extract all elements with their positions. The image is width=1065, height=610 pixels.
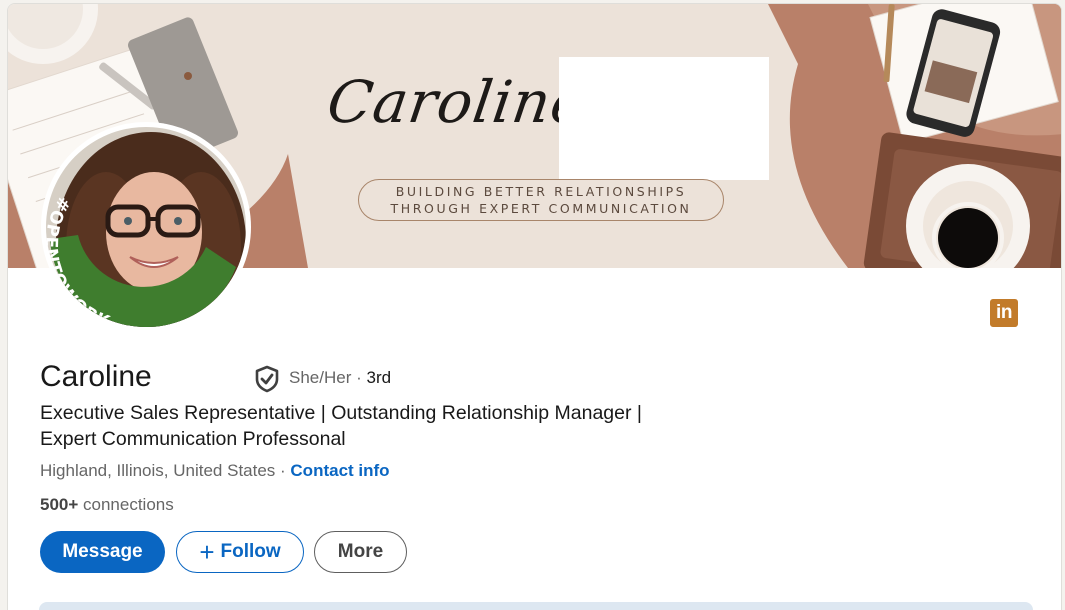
contact-info-link[interactable]: Contact info xyxy=(290,461,389,480)
redaction-box xyxy=(559,57,769,180)
connections-number: 500+ xyxy=(40,495,79,514)
open-to-work-panel[interactable] xyxy=(39,602,1033,610)
pronouns: She/Her xyxy=(289,368,352,387)
profile-photo-image: #OPENTOWORK xyxy=(46,127,246,327)
banner-tagline-line2: THROUGH EXPERT COMMUNICATION xyxy=(390,201,692,216)
location-separator: · xyxy=(275,461,291,480)
linkedin-logo-icon[interactable]: in xyxy=(990,299,1018,327)
profile-name: Caroline xyxy=(40,360,152,393)
follow-label: Follow xyxy=(220,541,281,562)
location-text: Highland, Illinois, United States xyxy=(40,461,276,480)
banner-tagline-line1: BUILDING BETTER RELATIONSHIPS xyxy=(395,184,687,199)
profile-location: Highland, Illinois, United States · Cont… xyxy=(40,461,390,481)
headline-line1: Executive Sales Representative | Outstan… xyxy=(40,402,642,424)
profile-card: Caroline BUILDING BETTER RELATIONSHIPS T… xyxy=(7,3,1062,610)
message-button[interactable]: Message xyxy=(40,531,165,573)
follow-button[interactable]: + Follow xyxy=(176,531,304,573)
verified-shield-icon[interactable] xyxy=(254,365,280,393)
profile-headline: Executive Sales Representative | Outstan… xyxy=(40,400,700,452)
banner-tagline: BUILDING BETTER RELATIONSHIPS THROUGH EX… xyxy=(358,179,724,221)
pronouns-degree: She/Her · 3rd xyxy=(289,368,391,388)
connections-count[interactable]: 500+ connections xyxy=(40,495,174,515)
banner-script-name: Caroline xyxy=(323,68,592,136)
more-button[interactable]: More xyxy=(314,531,407,573)
plus-icon: + xyxy=(199,537,215,567)
avatar-portrait: #OPENTOWORK xyxy=(46,127,246,327)
pronouns-separator: · xyxy=(351,368,367,387)
connections-label: connections xyxy=(78,495,174,514)
headline-line2: Expert Communication Professonal xyxy=(40,428,346,450)
connection-degree: 3rd xyxy=(366,368,392,387)
profile-photo[interactable]: #OPENTOWORK xyxy=(41,122,251,332)
